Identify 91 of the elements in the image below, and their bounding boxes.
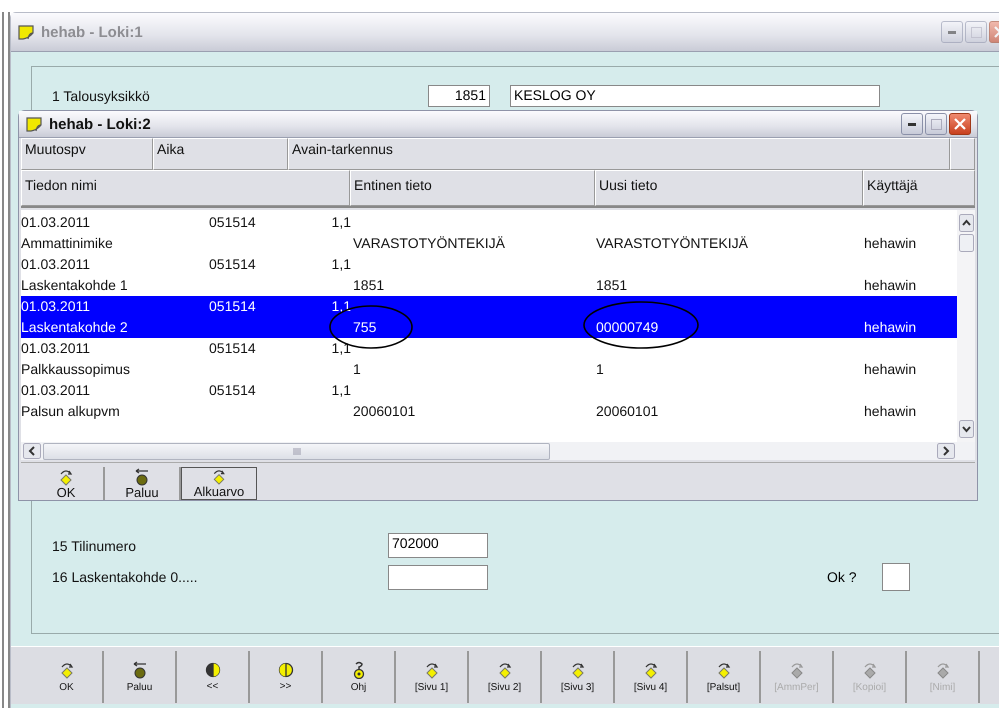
code-cell-text: 1,1 (330, 381, 351, 400)
note-icon (17, 24, 35, 40)
diamond-icon (211, 468, 227, 485)
scroll-up-icon (958, 214, 974, 232)
field-label: 16 Laskentakohde 0..... (52, 569, 199, 585)
date-cell-text: 01.03.2011 (21, 381, 92, 400)
circle-arrow-icon (132, 661, 148, 679)
user-cell-text: hehawin (864, 318, 918, 337)
table-cell-text: 20060101 (353, 402, 416, 421)
diamond-icon (424, 661, 440, 679)
time-cell-text: 051514 (209, 255, 257, 274)
table-cell: 755 (353, 317, 596, 338)
table-cell-text: 1 (596, 360, 605, 379)
diamond-icon (788, 661, 804, 679)
diamond-icon (934, 661, 950, 679)
checkbox[interactable] (882, 563, 910, 591)
name-cell-text: Laskentakohde 1 (21, 276, 129, 295)
input-field[interactable]: 702000 (388, 533, 488, 558)
note-icon (25, 116, 43, 132)
diamond-icon (642, 661, 658, 679)
diamond-icon (570, 661, 586, 679)
vertical-scrollbar[interactable] (957, 210, 975, 442)
list-row[interactable]: 01.03.2011 051514 1,1 Laskentakohde 1 1851 1851 hehawin (21, 254, 958, 296)
date-cell-text: 01.03.2011 (21, 213, 92, 232)
field-label: 1 Talousyksikkö (52, 88, 151, 104)
user-cell-text: hehawin (864, 360, 918, 379)
code-field[interactable]: 1851 (428, 85, 490, 107)
dialog-button[interactable]: Alkuarvo (181, 467, 257, 500)
date-cell-text: 01.03.2011 (21, 255, 92, 274)
diamond-icon (716, 661, 732, 679)
column-header[interactable]: Aika (153, 138, 288, 170)
name-cell-text: Ammattinimike (21, 234, 114, 253)
scroll-right-icon (937, 443, 955, 459)
minimize-icon (908, 122, 916, 126)
column-header[interactable]: Muutospv (21, 138, 153, 170)
field-label: 15 Tilinumero (52, 538, 138, 554)
user-cell-text: hehawin (864, 402, 918, 421)
window-title: hehab - Loki:1 (41, 24, 144, 40)
code-cell-text: 1,1 (330, 255, 351, 274)
time-cell-text: 051514 (209, 297, 257, 316)
horizontal-scrollbar[interactable] (21, 442, 975, 460)
diamond-icon (58, 661, 74, 679)
scroll-thumb[interactable] (958, 234, 974, 252)
table-cell-text: 20060101 (596, 402, 660, 421)
name-cell-text: Palkkaussopimus (21, 360, 131, 379)
window-title: hehab - Loki:2 (49, 116, 152, 132)
close-icon (954, 118, 966, 130)
scroll-left-icon (23, 443, 41, 459)
circle-arrow-icon (134, 468, 150, 486)
column-header[interactable]: Avain-tarkennus (288, 138, 950, 170)
table-cell-text: 1 (353, 360, 362, 379)
column-header[interactable]: Uusi tieto (595, 170, 863, 206)
name-cell-text: Laskentakohde 2 (21, 318, 129, 337)
diamond-icon (496, 661, 512, 679)
date-cell-text: 01.03.2011 (21, 297, 92, 316)
column-header[interactable] (950, 138, 975, 170)
column-header[interactable]: Tiedon nimi (21, 170, 350, 206)
close-button[interactable] (949, 113, 971, 135)
date-cell-text: 01.03.2011 (21, 339, 92, 358)
user-cell-text: hehawin (864, 234, 918, 253)
code-cell-text: 1,1 (330, 213, 351, 232)
table-cell-text: 1851 (353, 276, 386, 295)
input-field[interactable] (388, 564, 488, 590)
time-cell-text: 051514 (209, 381, 257, 400)
time-cell-text: 051514 (209, 213, 257, 232)
time-cell-text: 051514 (209, 339, 257, 358)
user-cell-text: hehawin (864, 276, 918, 295)
table-cell-text: VARASTOTYÖNTEKIJÄ (353, 234, 506, 253)
maximize-icon (970, 26, 982, 38)
scroll-down-icon (958, 420, 974, 438)
diamond-icon (862, 661, 878, 679)
half-circle-icon (204, 662, 220, 678)
half-circle-icon (278, 662, 294, 678)
table-cell-text: VARASTOTYÖNTEKIJÄ (596, 234, 749, 253)
name-field[interactable]: KESLOG OY (510, 85, 880, 107)
list-row[interactable]: 01.03.2011 051514 1,1 Palsun alkupvm 20060101 20060101 hehawin (21, 380, 958, 422)
scroll-thumb[interactable] (43, 442, 550, 460)
column-header[interactable]: Entinen tieto (350, 170, 595, 206)
column-header[interactable]: Käyttäjä (863, 170, 975, 206)
table-cell-text: 1851 (596, 276, 628, 295)
code-cell-text: 1,1 (330, 339, 351, 358)
minimize-button[interactable] (901, 113, 923, 135)
list-row[interactable]: 01.03.2011 051514 1,1 Palkkaussopimus 1 1 hehawin (21, 338, 958, 380)
name-cell-text: Palsun alkupvm (21, 402, 121, 421)
maximize-icon (930, 118, 942, 130)
list-row[interactable]: 01.03.2011 051514 1,1 Ammattinimike VARASTOTYÖNTEKIJÄ VARASTOTYÖNTEKIJÄ hehawin (21, 212, 958, 254)
diamond-icon (58, 468, 74, 486)
grip-icon (292, 448, 300, 454)
minimize-icon (948, 30, 956, 34)
table-cell: 00000749 (596, 317, 864, 338)
checkbox-label: Ok ? (827, 569, 858, 585)
